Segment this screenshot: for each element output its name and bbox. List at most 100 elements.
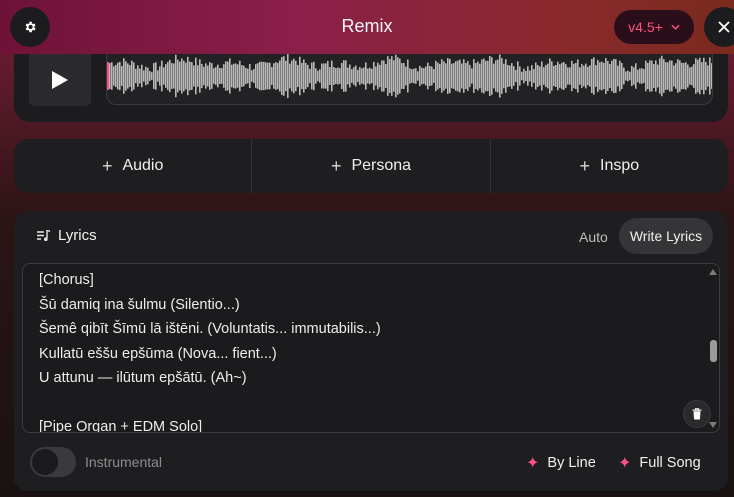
lyrics-line: U attunu — ilūtum epšātū. (Ah~) <box>39 370 247 386</box>
waveform-bar <box>497 59 499 93</box>
waveform-bar <box>323 63 325 89</box>
scroll-up-icon[interactable] <box>709 269 717 275</box>
waveform-bar <box>529 70 531 82</box>
waveform-bar <box>291 60 293 92</box>
waveform-bar <box>227 61 229 91</box>
waveform-bar <box>307 64 309 88</box>
lyrics-line: Šemê qibīt Šīmū lā ištēni. (Voluntatis..… <box>39 321 381 337</box>
waveform-bar <box>165 64 167 88</box>
waveform-bar <box>673 65 675 87</box>
waveform-bar <box>423 68 425 84</box>
waveform-bar <box>709 57 711 95</box>
waveform-bar <box>443 61 445 91</box>
waveform-bar <box>669 60 671 92</box>
waveform-bar <box>389 59 391 93</box>
lyrics-line: [Chorus] <box>39 272 94 288</box>
waveform-bar <box>527 66 529 86</box>
waveform-bar <box>123 58 125 94</box>
lyrics-textarea[interactable]: [Chorus] Šū damiq ina šulmu (Silentio...)… <box>22 263 720 433</box>
add-persona-button[interactable]: + Persona <box>252 139 491 193</box>
waveform-bar <box>395 54 397 98</box>
waveform-bar <box>283 56 285 96</box>
audio-player <box>14 54 728 122</box>
waveform-bar <box>649 60 651 92</box>
waveform-bar <box>243 65 245 87</box>
waveform-bar <box>205 63 207 89</box>
waveform-bar <box>277 62 279 90</box>
waveform-bar <box>633 67 635 85</box>
play-icon <box>52 71 68 89</box>
waveform-bar <box>365 62 367 90</box>
clear-lyrics-button[interactable] <box>683 400 711 428</box>
waveform-bar <box>265 62 267 90</box>
waveform-bar <box>317 70 319 82</box>
waveform-bar <box>239 60 241 92</box>
waveform-bar <box>215 67 217 85</box>
waveform-bar <box>545 64 547 88</box>
scroll-down-icon[interactable] <box>709 422 717 428</box>
playhead[interactable] <box>107 62 109 90</box>
waveform-bar <box>369 67 371 85</box>
close-icon <box>718 21 730 33</box>
waveform-bar <box>269 62 271 90</box>
add-inspo-button[interactable]: + Inspo <box>491 139 728 193</box>
waveform-bar <box>173 63 175 89</box>
waveform-bar <box>241 65 243 87</box>
waveform-bar <box>355 65 357 87</box>
waveform-bar <box>213 68 215 84</box>
waveform-bar <box>285 60 287 92</box>
waveform-bar <box>553 65 555 87</box>
waveform-bar <box>447 58 449 94</box>
waveform-bar <box>399 58 401 94</box>
play-button[interactable] <box>29 54 91 106</box>
waveform-bar <box>363 67 365 85</box>
waveform-bar <box>695 58 697 94</box>
waveform-bar <box>595 65 597 87</box>
waveform-bar <box>457 60 459 92</box>
version-selector[interactable]: v4.5+ <box>614 10 694 44</box>
waveform-bar <box>691 66 693 86</box>
by-line-button[interactable]: ✦ By Line <box>526 453 596 473</box>
waveform-bar <box>235 63 237 89</box>
waveform-bar <box>559 64 561 88</box>
waveform-bar <box>651 60 653 92</box>
mode-write-lyrics-tab[interactable]: Write Lyrics <box>619 218 713 254</box>
waveform-bar <box>569 67 571 85</box>
waveform-bar <box>465 62 467 90</box>
mode-auto-tab[interactable]: Auto <box>579 229 608 245</box>
waveform-bar <box>683 62 685 90</box>
waveform-bar <box>561 62 563 90</box>
waveform-bar <box>289 63 291 89</box>
instrumental-toggle[interactable] <box>30 447 76 477</box>
waveform-bar <box>473 59 475 93</box>
waveform-bar <box>385 64 387 88</box>
waveform-bar <box>621 62 623 90</box>
add-source-row: + Audio + Persona + Inspo <box>14 139 728 193</box>
waveform-bar <box>475 63 477 89</box>
waveform-bar <box>705 61 707 91</box>
waveform-bar <box>125 61 127 91</box>
waveform-bar <box>187 56 189 96</box>
waveform-bar <box>531 65 533 87</box>
waveform-bar <box>309 68 311 84</box>
waveform-bar <box>671 60 673 92</box>
waveform[interactable] <box>106 54 713 105</box>
waveform-bar <box>631 65 633 87</box>
waveform-bar <box>493 63 495 89</box>
waveform-bar <box>387 56 389 96</box>
lyrics-text: [Chorus] Šū damiq ina šulmu (Silentio...)… <box>39 268 381 432</box>
waveform-bar <box>619 60 621 92</box>
waveform-bar <box>667 62 669 90</box>
waveform-bar <box>135 68 137 84</box>
waveform-bar <box>435 60 437 92</box>
scroll-thumb[interactable] <box>710 340 717 362</box>
add-inspo-label: Inspo <box>600 157 640 174</box>
waveform-bar <box>303 59 305 93</box>
waveform-bar <box>409 68 411 84</box>
add-audio-button[interactable]: + Audio <box>14 139 253 193</box>
full-song-button[interactable]: ✦ Full Song <box>618 453 701 473</box>
waveform-bar <box>437 62 439 90</box>
waveform-bar <box>139 68 141 84</box>
waveform-bar <box>525 70 527 82</box>
waveform-bar <box>359 67 361 85</box>
